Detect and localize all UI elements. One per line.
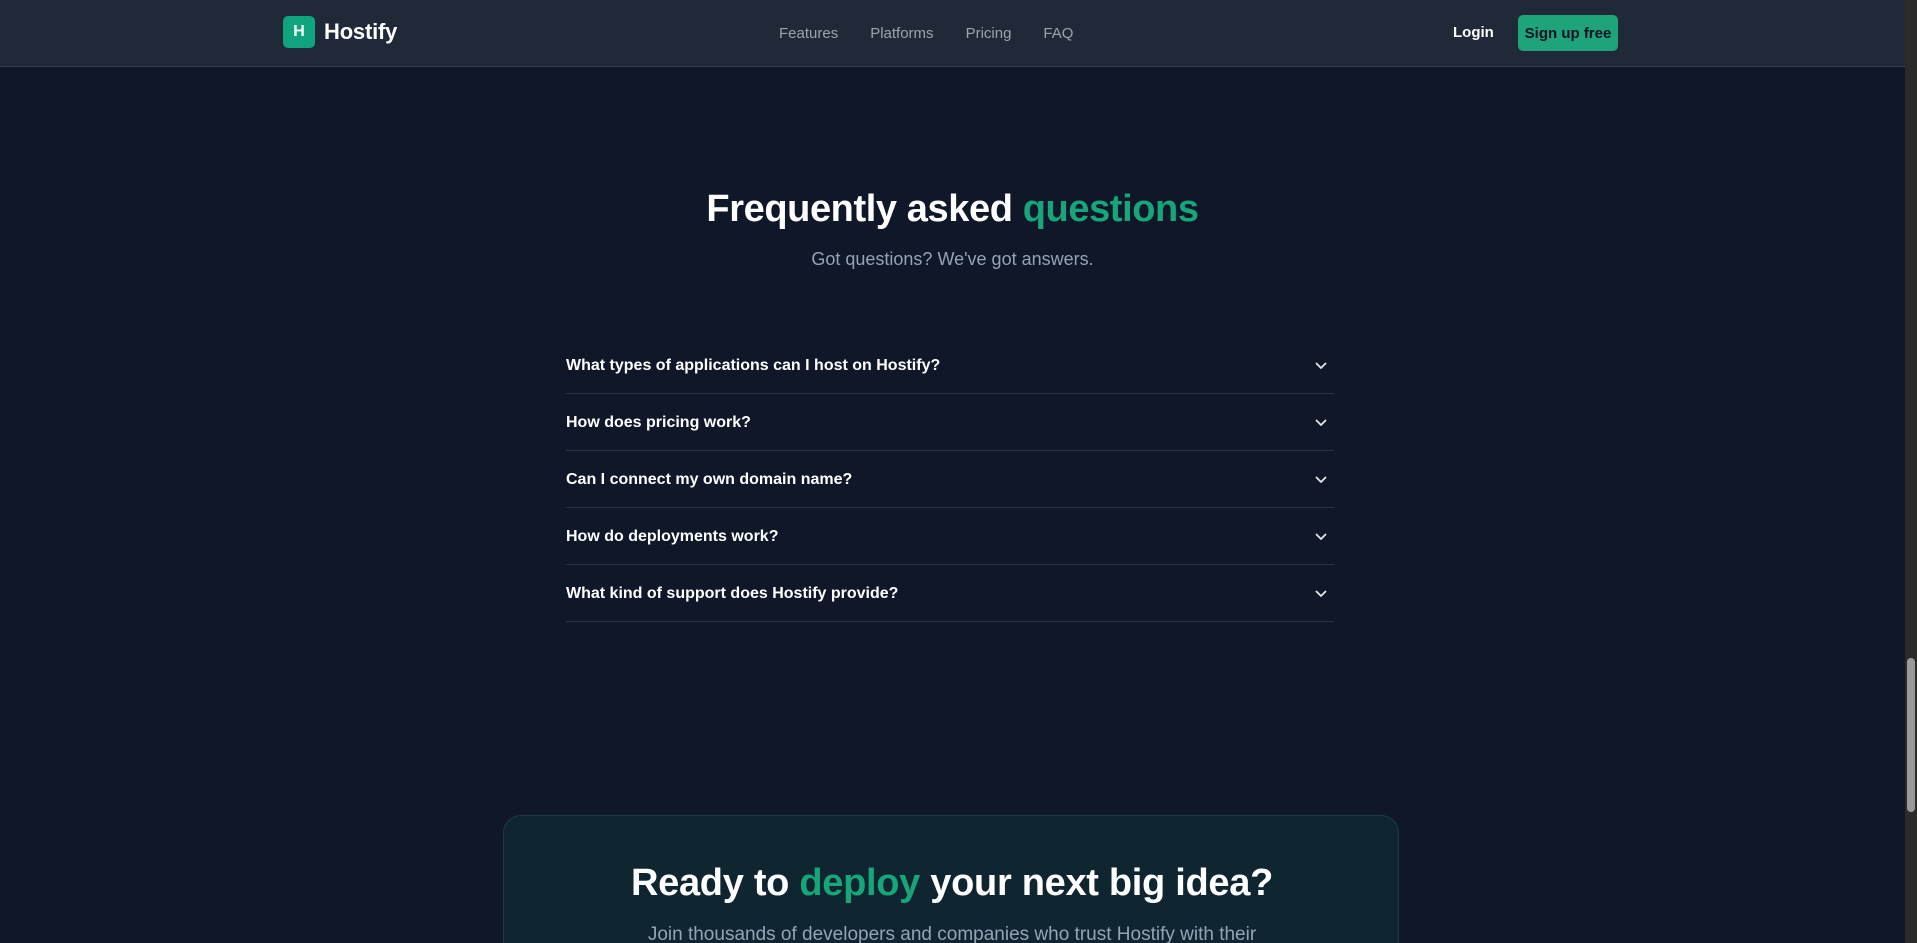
cta-title-accent: deploy [799,862,921,904]
nav-faq[interactable]: FAQ [1043,25,1073,42]
faq-item[interactable]: How does pricing work? [566,394,1334,451]
faq-question: How does pricing work? [566,414,751,431]
faq-question: What types of applications can I host on… [566,357,941,374]
cta-title-prefix: Ready to [631,862,790,904]
faq-title-accent: questions [1022,188,1199,230]
chevron-down-icon [1314,416,1328,430]
page: H Hostify Features Platforms Pricing FAQ… [0,0,1917,943]
brand-name: Hostify [324,19,398,44]
chevron-down-icon [1314,359,1328,373]
faq-list: What types of applications can I host on… [566,337,1334,622]
cta-card: Ready to deploy your next big idea? Join… [503,815,1399,943]
main-nav: Features Platforms Pricing FAQ [779,22,1073,44]
faq-question: Can I connect my own domain name? [566,471,853,488]
faq-question: What kind of support does Hostify provid… [566,585,899,602]
signup-button[interactable]: Sign up free [1518,15,1618,51]
faq-question: How do deployments work? [566,528,779,545]
chevron-down-icon [1314,587,1328,601]
scrollbar-thumb[interactable] [1907,658,1915,812]
login-link[interactable]: Login [1453,24,1494,41]
top-navigation-bar: H Hostify Features Platforms Pricing FAQ… [0,0,1905,67]
cta-subtitle: Join thousands of developers and compani… [647,924,1257,943]
chevron-down-icon [1314,530,1328,544]
brand-logo[interactable]: H Hostify [283,16,397,48]
faq-subtitle: Got questions? We've got answers. [811,249,1094,269]
chevron-down-icon [1314,473,1328,487]
cta-title-suffix: your next big idea? [930,862,1273,904]
cta-title: Ready to deploy your next big idea? [504,862,1400,905]
nav-features[interactable]: Features [779,25,838,42]
faq-item[interactable]: What types of applications can I host on… [566,337,1334,394]
nav-pricing[interactable]: Pricing [966,25,1012,42]
brand-mark-icon: H [283,16,315,48]
faq-title: Frequently asked questions [0,188,1905,231]
faq-item[interactable]: How do deployments work? [566,508,1334,565]
faq-item[interactable]: Can I connect my own domain name? [566,451,1334,508]
nav-platforms[interactable]: Platforms [870,25,933,42]
faq-title-prefix: Frequently asked [706,188,1013,230]
faq-item[interactable]: What kind of support does Hostify provid… [566,565,1334,622]
